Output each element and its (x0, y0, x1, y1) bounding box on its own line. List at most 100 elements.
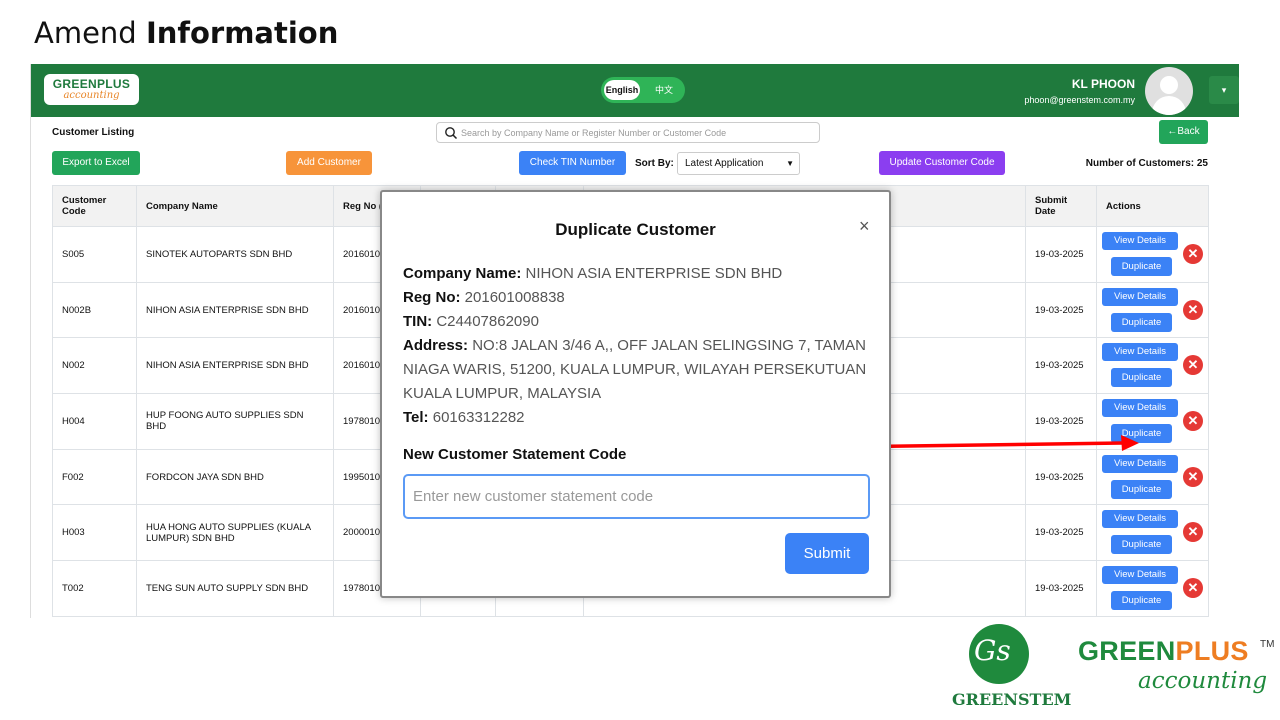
info-tel-value: 60163312282 (432, 409, 525, 426)
greenstem-mark: Gs (974, 634, 1011, 667)
info-company-label: Company Name: (403, 265, 522, 282)
row-actions: View Details Duplicate ✕ (1097, 227, 1208, 282)
cell-company-name: SINOTEK AUTOPARTS SDN BHD (136, 226, 334, 283)
view-details-button[interactable]: View Details (1102, 343, 1178, 362)
accounting-wordmark: accounting (1138, 668, 1268, 694)
logo-line2: accounting (63, 90, 120, 101)
view-details-button[interactable]: View Details (1102, 566, 1178, 585)
info-address-value: NO:8 JALAN 3/46 A,, OFF JALAN SELINGSING… (403, 337, 867, 402)
check-tin-button[interactable]: Check TIN Number (519, 151, 626, 175)
cell-company-name: NIHON ASIA ENTERPRISE SDN BHD (136, 337, 334, 395)
greenplus-logo[interactable]: GREENPLUS accounting (44, 74, 139, 105)
info-company: Company Name: NIHON ASIA ENTERPRISE SDN … (403, 262, 873, 286)
info-tin: TIN: C24407862090 (403, 310, 873, 334)
lang-chinese[interactable]: 中文 (647, 80, 681, 100)
search-icon (445, 127, 458, 140)
cell-submit-date: 19-03-2025 (1025, 281, 1097, 339)
export-excel-button[interactable]: Export to Excel (52, 151, 140, 175)
duplicate-button[interactable]: Duplicate (1111, 368, 1172, 388)
submit-button[interactable]: Submit (785, 533, 869, 574)
cell-actions: View Details Duplicate ✕ (1096, 226, 1209, 283)
user-menu-button[interactable]: ▾ (1209, 76, 1239, 104)
sort-select[interactable]: Latest Application ▼ (677, 152, 800, 175)
info-reg: Reg No: 201601008838 (403, 286, 873, 310)
cell-actions: View Details Duplicate ✕ (1096, 337, 1209, 395)
info-tel: Tel: 60163312282 (403, 406, 873, 430)
col-actions: Actions (1096, 185, 1209, 227)
app-window: GREENPLUS accounting English 中文 KL PHOON… (30, 64, 1239, 618)
delete-icon[interactable]: ✕ (1183, 466, 1203, 487)
col-customer-code[interactable]: Customer Code (52, 185, 137, 227)
cell-submit-date: 19-03-2025 (1025, 560, 1097, 617)
slide-title: Amend Information (34, 16, 338, 50)
add-customer-button[interactable]: Add Customer (286, 151, 372, 175)
col-submit-date[interactable]: Submit Date (1025, 185, 1097, 227)
avatar-body (1152, 96, 1186, 115)
view-details-button[interactable]: View Details (1102, 454, 1178, 473)
cell-actions: View Details Duplicate ✕ (1096, 560, 1209, 617)
view-details-button[interactable]: View Details (1102, 399, 1178, 418)
sort-label: Sort By: (635, 158, 674, 169)
info-tel-label: Tel: (403, 409, 429, 426)
cell-actions: View Details Duplicate ✕ (1096, 281, 1209, 339)
avatar-head (1160, 76, 1178, 94)
duplicate-customer-modal: Duplicate Customer × Company Name: NIHON… (380, 190, 891, 598)
top-header: GREENPLUS accounting English 中文 KL PHOON… (31, 64, 1239, 117)
gp-orange-text: PLUS (1175, 636, 1249, 666)
cell-customer-code: T002 (52, 560, 137, 617)
cell-company-name: NIHON ASIA ENTERPRISE SDN BHD (136, 281, 334, 339)
gp-green-text: GREEN (1078, 636, 1176, 666)
cell-customer-code: N002 (52, 337, 137, 395)
duplicate-button[interactable]: Duplicate (1111, 535, 1172, 555)
info-tin-label: TIN: (403, 313, 433, 330)
customer-count: Number of Customers: 25 (1085, 158, 1208, 169)
delete-icon[interactable]: ✕ (1183, 578, 1203, 599)
view-details-button[interactable]: View Details (1102, 232, 1178, 250)
view-details-button[interactable]: View Details (1102, 510, 1178, 529)
chevron-down-icon: ▼ (786, 159, 794, 168)
row-actions: View Details Duplicate ✕ (1097, 561, 1208, 616)
avatar[interactable] (1145, 67, 1193, 115)
cell-customer-code: H003 (52, 504, 137, 562)
delete-icon[interactable]: ✕ (1183, 355, 1203, 376)
cell-submit-date: 19-03-2025 (1025, 504, 1097, 562)
cell-customer-code: F002 (52, 448, 137, 506)
delete-icon[interactable]: ✕ (1183, 244, 1203, 264)
col-company-name[interactable]: Company Name (136, 185, 334, 227)
update-customer-code-button[interactable]: Update Customer Code (879, 151, 1005, 175)
modal-title: Duplicate Customer (555, 220, 716, 239)
new-code-input[interactable] (403, 474, 870, 519)
lang-english[interactable]: English (604, 80, 640, 100)
delete-icon[interactable]: ✕ (1183, 299, 1203, 320)
row-actions: View Details Duplicate ✕ (1097, 338, 1208, 393)
duplicate-button[interactable]: Duplicate (1111, 312, 1172, 332)
cell-submit-date: 19-03-2025 (1025, 337, 1097, 395)
delete-icon[interactable]: ✕ (1183, 411, 1203, 432)
cell-actions: View Details Duplicate ✕ (1096, 504, 1209, 562)
duplicate-button[interactable]: Duplicate (1111, 257, 1172, 276)
row-actions: View Details Duplicate ✕ (1097, 283, 1208, 338)
customer-info: Company Name: NIHON ASIA ENTERPRISE SDN … (403, 262, 873, 430)
language-toggle[interactable]: English 中文 (601, 77, 685, 103)
search-input[interactable] (461, 125, 811, 140)
cell-customer-code: H004 (52, 393, 137, 450)
info-reg-label: Reg No: (403, 289, 461, 306)
cell-company-name: TENG SUN AUTO SUPPLY SDN BHD (136, 560, 334, 617)
view-details-button[interactable]: View Details (1102, 287, 1178, 306)
info-reg-value: 201601008838 (464, 289, 565, 306)
info-tin-value: C24407862090 (436, 313, 539, 330)
row-actions: View Details Duplicate ✕ (1097, 505, 1208, 560)
search-box[interactable] (436, 122, 820, 143)
duplicate-button[interactable]: Duplicate (1111, 591, 1172, 611)
delete-icon[interactable]: ✕ (1183, 522, 1203, 543)
cell-customer-code: S005 (52, 226, 137, 283)
duplicate-button[interactable]: Duplicate (1111, 479, 1172, 499)
cell-company-name: HUA HONG AUTO SUPPLIES (KUALA LUMPUR) SD… (136, 504, 334, 562)
slide-title-regular: Amend (34, 16, 137, 50)
row-actions: View Details Duplicate ✕ (1097, 450, 1208, 505)
logo-line1: GREENPLUS (52, 77, 131, 91)
back-button[interactable]: ←Back (1159, 120, 1208, 144)
greenstem-name: GREENSTEM (952, 690, 1072, 709)
slide-title-bold: Information (145, 16, 339, 50)
close-icon[interactable]: × (859, 216, 870, 237)
